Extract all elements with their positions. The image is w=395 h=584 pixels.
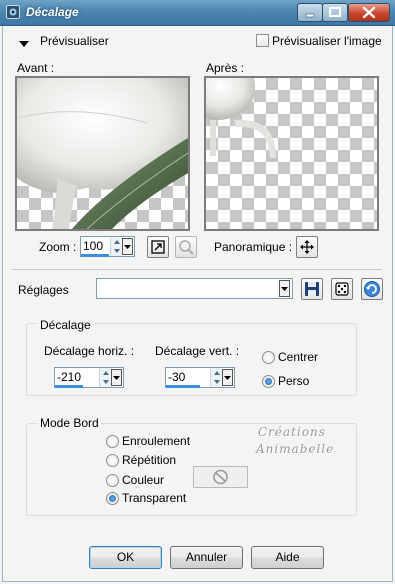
edge-repeat-label[interactable]: Répétition — [122, 453, 176, 467]
zoom-fit-button[interactable] — [147, 236, 169, 258]
floppy-disk-icon — [305, 282, 319, 296]
offset-center-label[interactable]: Centrer — [278, 350, 318, 364]
vert-offset-slider-indicator[interactable] — [166, 385, 200, 388]
save-preset-button[interactable] — [301, 278, 323, 300]
edge-color-label[interactable]: Couleur — [122, 473, 164, 487]
horiz-offset-slider-indicator[interactable] — [55, 385, 83, 388]
edge-repeat-radio[interactable] — [106, 454, 119, 467]
edge-wrap-label[interactable]: Enroulement — [122, 434, 190, 448]
offset-group-label: Décalage — [38, 318, 93, 332]
pan-button[interactable] — [296, 236, 318, 258]
ok-button[interactable]: OK — [89, 546, 162, 569]
offset-center-radio[interactable] — [262, 351, 275, 364]
reset-button[interactable] — [361, 278, 383, 300]
title-bar[interactable]: Décalage — [0, 0, 395, 26]
after-preview-image — [204, 76, 379, 231]
vert-offset-label: Décalage vert. : — [155, 344, 240, 358]
magnifier-icon — [179, 240, 194, 255]
separator — [12, 269, 382, 270]
watermark-line2: Animabelle — [256, 442, 335, 456]
minimize-icon — [305, 13, 315, 18]
pan-label: Panoramique : — [214, 240, 293, 254]
zoom-slider-indicator[interactable] — [81, 254, 109, 257]
cancel-button[interactable]: Annuler — [170, 546, 243, 569]
after-label: Après : — [206, 61, 245, 75]
close-button[interactable] — [348, 3, 390, 22]
fit-window-icon — [151, 240, 165, 254]
edge-mode-group-label: Mode Bord — [38, 416, 101, 430]
preset-dropdown[interactable] — [96, 278, 293, 299]
zoom-value: 100 — [83, 239, 104, 253]
edge-color-swatch[interactable] — [193, 466, 248, 488]
move-icon — [300, 240, 314, 254]
maximize-button[interactable] — [322, 3, 348, 22]
edge-color-radio[interactable] — [106, 474, 119, 487]
preview-section-label: Prévisualiser — [40, 34, 109, 48]
app-icon — [6, 5, 20, 19]
offset-custom-label[interactable]: Perso — [278, 374, 309, 388]
watermark-line1: Créations — [258, 425, 326, 439]
before-preview-image — [15, 76, 190, 231]
edge-transparent-label[interactable]: Transparent — [122, 491, 186, 505]
horiz-offset-dropdown-arrow[interactable] — [111, 369, 122, 386]
offset-custom-radio[interactable] — [262, 375, 275, 388]
zoom-dropdown-arrow[interactable] — [122, 238, 133, 255]
horiz-offset-label: Décalage horiz. : — [44, 344, 135, 358]
random-button[interactable] — [331, 278, 353, 300]
reset-icon — [364, 281, 380, 297]
disabled-icon — [213, 469, 228, 485]
horiz-offset-value: -210 — [57, 370, 82, 384]
zoom-label: Zoom : — [39, 240, 77, 254]
dice-icon — [335, 282, 349, 296]
minimize-button[interactable] — [297, 3, 323, 22]
edge-transparent-radio[interactable] — [106, 492, 119, 505]
maximize-icon — [329, 7, 341, 17]
edge-wrap-radio[interactable] — [106, 435, 119, 448]
preview-image-label[interactable]: Prévisualiser l'image — [272, 34, 382, 48]
zoom-actual-button[interactable] — [175, 236, 197, 258]
preview-collapse-icon[interactable] — [19, 37, 29, 51]
window-title: Décalage — [26, 5, 79, 19]
preview-image-checkbox[interactable] — [256, 34, 269, 47]
help-button[interactable]: Aide — [251, 546, 324, 569]
preset-dropdown-arrow[interactable] — [279, 280, 290, 297]
before-label: Avant : — [17, 61, 55, 75]
vert-offset-value: -30 — [168, 370, 186, 384]
close-icon — [362, 6, 376, 19]
vert-offset-dropdown-arrow[interactable] — [222, 369, 233, 386]
settings-label: Réglages — [18, 283, 69, 297]
